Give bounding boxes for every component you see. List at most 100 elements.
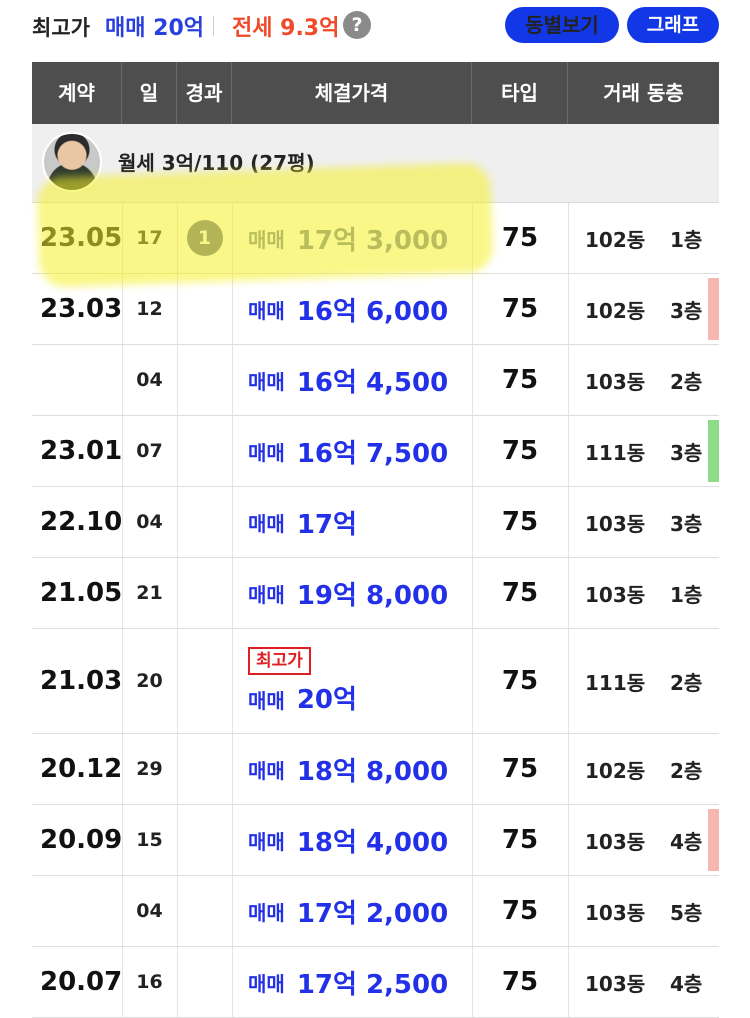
- transaction-table: 계약 일 경과 체결가격 타입 거래 동층 월세 3억/110 (27평) 23…: [32, 62, 719, 1018]
- building-dong: 103동: [585, 582, 646, 607]
- floor: 4층: [670, 971, 703, 996]
- table-row[interactable]: 04 매매 17억 2,000 75 103동 5층: [32, 876, 719, 947]
- max-price-label: 최고가: [32, 16, 90, 40]
- elapsed-cell: 1: [177, 203, 232, 273]
- deal-amount: 18억 8,000: [296, 756, 449, 787]
- elapsed-badge: 1: [186, 220, 223, 256]
- contract-day: 15: [136, 829, 163, 851]
- deal-kind: 매매: [248, 900, 285, 925]
- max-sale-price: 매매 20억: [105, 16, 204, 41]
- column-divider: [177, 629, 178, 733]
- price-cell: 매매 16억 7,500: [248, 416, 472, 486]
- deal-amount: 17억: [296, 509, 357, 540]
- floor: 5층: [670, 900, 703, 925]
- contract-day: 29: [136, 758, 163, 780]
- header-elapsed: 경과: [177, 62, 232, 124]
- contract-date: 22.10: [40, 507, 123, 537]
- max-jeonse-price: 전세 9.3억: [232, 16, 340, 41]
- table-row[interactable]: 21.05 21 매매 19억 8,000 75 103동 1층: [32, 558, 719, 629]
- contract-day: 17: [136, 227, 163, 249]
- contract-date: 23.01: [40, 436, 123, 466]
- column-divider: [568, 876, 569, 946]
- unit-type: 75: [501, 365, 539, 395]
- column-divider: [232, 487, 233, 557]
- dong-view-button[interactable]: 동별보기: [505, 7, 619, 43]
- price-change-marker: [708, 420, 719, 482]
- floor: 1층: [670, 227, 703, 252]
- price-cell: 매매 17억 2,000: [248, 876, 472, 946]
- contract-date: 23.05: [40, 223, 123, 253]
- column-divider: [232, 947, 233, 1017]
- column-divider: [177, 734, 178, 804]
- header-dong-floor: 거래 동층: [603, 81, 684, 105]
- contract-day: 04: [136, 900, 163, 922]
- contract-day: 16: [136, 971, 163, 993]
- price-cell: 매매 16억 6,000: [248, 274, 472, 344]
- price-cell: 매매 17억 2,500: [248, 947, 472, 1017]
- deal-kind: 매매: [248, 440, 285, 465]
- deal-amount: 17억 3,000: [296, 225, 449, 256]
- contract-day: 20: [136, 670, 163, 692]
- price-cell: 매매 16억 4,500: [248, 345, 472, 415]
- price-cell: 매매 18억 8,000: [248, 734, 472, 804]
- floor: 4층: [670, 829, 703, 854]
- unit-type: 75: [501, 896, 539, 926]
- column-divider: [232, 274, 233, 344]
- table-row[interactable]: 21.03 20 최고가 매매 20억 75 111동 2층: [32, 629, 719, 734]
- building-dong: 103동: [585, 369, 646, 394]
- building-dong: 103동: [585, 971, 646, 996]
- deal-kind: 매매: [248, 582, 285, 607]
- contract-day: 04: [136, 511, 163, 533]
- building-dong: 102동: [585, 227, 646, 252]
- price-summary-bar: 최고가 매매 20억 전세 9.3억 ? 동별보기 그래프: [0, 0, 750, 50]
- deal-kind: 매매: [248, 829, 285, 854]
- unit-type: 75: [501, 294, 539, 324]
- table-row[interactable]: 23.03 12 매매 16억 6,000 75 102동 3층: [32, 274, 719, 345]
- deal-kind: 매매: [248, 298, 285, 323]
- contract-date: 21.05: [40, 578, 123, 608]
- price-change-marker: [708, 809, 719, 871]
- column-divider: [177, 416, 178, 486]
- unit-type: 75: [501, 967, 539, 997]
- column-divider: [177, 345, 178, 415]
- contract-date: 20.12: [40, 754, 123, 784]
- floor: 1층: [670, 582, 703, 607]
- column-divider: [568, 274, 569, 344]
- deal-amount: 19억 8,000: [296, 580, 449, 611]
- unit-type: 75: [501, 825, 539, 855]
- column-divider: [232, 345, 233, 415]
- column-divider: [232, 629, 233, 733]
- building-dong: 111동: [585, 440, 646, 465]
- price-cell: 매매 19억 8,000: [248, 558, 472, 628]
- column-divider: [568, 734, 569, 804]
- deal-amount: 17억 2,000: [296, 898, 449, 929]
- column-divider: [568, 629, 569, 733]
- deal-amount: 16억 6,000: [296, 296, 449, 327]
- column-divider: [232, 416, 233, 486]
- unit-type: 75: [501, 507, 539, 537]
- contract-date: 20.09: [40, 825, 123, 855]
- contract-date: 20.07: [40, 967, 123, 997]
- price-change-marker: [708, 278, 719, 340]
- column-divider: [568, 805, 569, 875]
- table-row[interactable]: 23.05 17 1 매매 17억 3,000 75 102동 1층: [32, 203, 719, 274]
- help-icon[interactable]: ?: [343, 11, 371, 39]
- table-row[interactable]: 20.09 15 매매 18억 4,000 75 103동 4층: [32, 805, 719, 876]
- floor: 3층: [670, 440, 703, 465]
- graph-button[interactable]: 그래프: [627, 7, 719, 43]
- column-divider: [177, 876, 178, 946]
- deal-amount: 16억 4,500: [296, 367, 449, 398]
- column-divider: [232, 876, 233, 946]
- contract-day: 04: [136, 369, 163, 391]
- table-row[interactable]: 20.07 16 매매 17억 2,500 75 103동 4층: [32, 947, 719, 1018]
- avatar: [42, 132, 102, 192]
- table-row[interactable]: 04 매매 16억 4,500 75 103동 2층: [32, 345, 719, 416]
- table-row[interactable]: 22.10 04 매매 17억 75 103동 3층: [32, 487, 719, 558]
- table-row[interactable]: 20.12 29 매매 18억 8,000 75 102동 2층: [32, 734, 719, 805]
- column-divider: [568, 203, 569, 273]
- rent-listing-row[interactable]: 월세 3억/110 (27평): [32, 124, 719, 203]
- building-dong: 102동: [585, 758, 646, 783]
- unit-type: 75: [501, 754, 539, 784]
- building-dong: 103동: [585, 900, 646, 925]
- table-row[interactable]: 23.01 07 매매 16억 7,500 75 111동 3층: [32, 416, 719, 487]
